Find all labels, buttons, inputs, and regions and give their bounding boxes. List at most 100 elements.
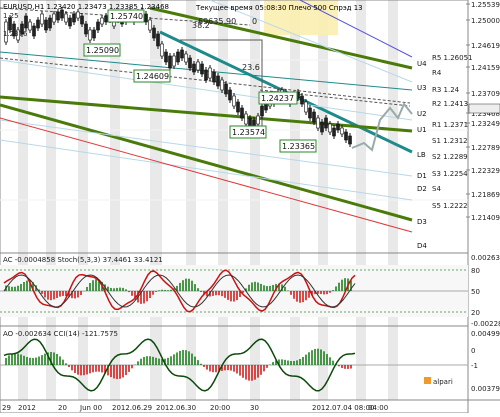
chart-canvas[interactable]: 1.255391.250001.246191.241591.237091.234… [0,0,500,414]
candle-body [260,105,264,117]
ghost-pivot-label: R2 1.2413 [432,100,468,108]
price-box-6: 1.23365 [279,139,317,153]
candle-body [44,19,48,31]
ao-axis-label: -1 [471,362,478,370]
candle-body [204,69,208,81]
candle-body [228,89,232,101]
ac-panel: 0.00263 80 50 20 -0.00228 [0,254,500,328]
candle-body [88,29,92,41]
candle-body [164,51,168,63]
candle-body [224,83,228,95]
ac-axis-label: 50 [471,288,480,296]
time-tick-label: 2012.06.30 [156,404,196,412]
ao-panel-label: AO -0.002634 CCI(14) -121.7575 [3,330,118,338]
ghost-pivot-label: R5 1.26051 [432,54,473,62]
price-box-3: 1.24609 [133,69,171,83]
candle-body [52,13,56,23]
price-box-label: 1.24237 [261,94,294,103]
time-tick-label: 20 [58,404,67,412]
ghost-pivot-label: S2 1.2289 [432,153,468,161]
candle-body [312,111,316,123]
ghost-pivot-label: S4 [432,185,441,193]
candle-body [100,17,104,25]
ao-axis-label: 0.003790 [471,385,500,393]
candle-body [332,127,336,137]
price-box-1: 1.25740 [107,9,145,23]
candle-body [60,9,64,19]
candle-body [56,11,60,21]
candle-body [80,15,84,25]
price-tick-label: 1.23249 [471,120,500,128]
candle-body [316,117,320,129]
price-tick-label: 1.22789 [471,144,500,152]
pivot-label-u2: U2 [417,110,427,118]
pivot-label-d1: D1 [417,172,427,180]
candle-body [348,135,352,145]
candle-body [172,55,176,67]
trading-chart-window: 1.25539 1.25000 1.24619 1.24159 1.23709 1.234… [0,0,500,414]
price-tick-label: 1.21869 [471,191,500,199]
candle-body [336,123,340,131]
ao-axis-label: 0 [471,347,475,355]
ac-axis-label: 80 [471,267,480,275]
candle-body [192,63,196,73]
time-tick-label: 30 [250,404,259,412]
candle-body [344,131,348,141]
time-tick-label: 04:00 [368,404,388,412]
candle-body [96,21,100,31]
time-tick-label: 2012 [18,404,36,412]
small-label-1: 1.25 [3,12,19,20]
current-price-marker [468,103,500,114]
candle-body [28,21,32,31]
price-box-label: 1.25740 [110,12,143,21]
ghost-pivot-label: R1 1.2371 [432,121,468,129]
symbol-info: EURUSD,H1 1.23420 1.23473 1.23385 1.2346… [3,3,169,11]
candle-body [212,71,216,83]
candle-body [328,123,332,133]
time-tick-label: 29 [2,404,11,412]
candle-body [236,101,240,113]
status-line: Текущее время 05:08:30 Плечо 500 Спрэд 1… [195,4,363,12]
candle-body [144,13,148,23]
candle-body [300,95,304,105]
price-tick-label: 1.24619 [471,42,500,50]
candle-body [244,113,248,125]
time-tick-label: 2012.07.04 08:00 [312,404,374,412]
time-axis: 29 2012 20 Jun 00 2012.06.29 2012.06.30 20:00 3… [2,404,388,412]
candle-body [168,55,172,69]
ac-panel-label: AC -0.0004858 Stoch(5,3,3) 37.4461 33.41… [3,256,163,264]
candle-body [220,79,224,91]
time-tick-label: 2012.06.29 [112,404,152,412]
candle-body [68,17,72,27]
price-box-label: 1.23574 [232,128,265,137]
candle-body [208,67,212,79]
candle-body [152,27,156,39]
price-box-2: 1.25090 [83,43,121,57]
candle-body [160,43,164,57]
price-box-4: 1.24237 [258,91,298,105]
price-tick-label: 1.21409 [471,214,500,222]
price-box-label: 1.24609 [136,72,169,81]
candle-body [72,13,76,23]
time-tick-label: 20:00 [210,404,230,412]
price-box-5: 1.23574 [229,125,267,139]
candle-body [104,15,108,23]
candle-body [200,63,204,75]
candle-body [240,107,244,119]
candle-body [176,51,180,63]
candle-body [156,33,160,47]
candle-body [148,19,152,31]
pivot-label-u4: U4 [417,60,427,68]
candle-body [256,115,260,125]
ao-axis-label: 0.004990 [471,330,500,338]
candle-body [340,127,344,135]
pivot-label-d3: D3 [417,218,427,226]
candle-body [76,11,80,19]
candle-body [324,117,328,129]
candle-body [232,95,236,107]
ghost-pivot-label: R4 [432,69,442,77]
time-tick-label: Jun 00 [79,404,102,412]
candle-body [304,101,308,113]
price-tick-label: 1.25539 [471,1,500,9]
candle-body [36,19,40,29]
